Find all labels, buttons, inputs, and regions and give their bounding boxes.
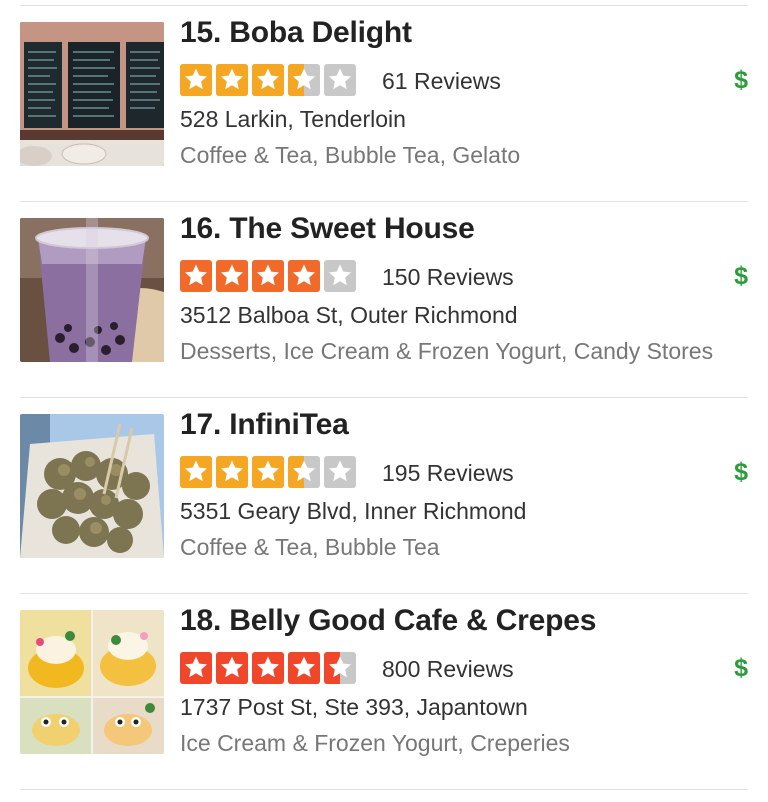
business-address: 3512 Balboa St, Outer Richmond: [180, 302, 518, 328]
star-icon: [252, 260, 284, 292]
star-icon: [324, 64, 356, 96]
star-icon: [288, 456, 320, 488]
business-item[interactable]: 16. The Sweet House 150 Reviews $ 3512 B…: [0, 202, 768, 398]
star-icon: [216, 64, 248, 96]
divider: [20, 789, 748, 790]
business-categories: Coffee & Tea, Bubble Tea: [180, 534, 440, 560]
star-icon: [252, 456, 284, 488]
star-rating: [180, 64, 356, 96]
business-address: 5351 Geary Blvd, Inner Richmond: [180, 498, 527, 524]
business-categories: Desserts, Ice Cream & Frozen Yogurt, Can…: [180, 338, 714, 364]
star-rating: [180, 456, 356, 488]
review-count: 61 Reviews: [382, 68, 501, 94]
business-item[interactable]: 15. Boba Delight 61 Reviews $ 528 Larkin…: [0, 6, 768, 202]
star-icon: [216, 456, 248, 488]
business-item[interactable]: 18. Belly Good Cafe & Crepes 800 Reviews…: [0, 594, 768, 790]
business-categories: Ice Cream & Frozen Yogurt, Creperies: [180, 730, 570, 756]
review-count: 800 Reviews: [382, 656, 514, 682]
business-item[interactable]: 17. InfiniTea 195 Reviews $ 5351 Geary B…: [0, 398, 768, 594]
star-icon: [324, 456, 356, 488]
star-icon: [180, 260, 212, 292]
star-icon: [252, 652, 284, 684]
star-icon: [216, 260, 248, 292]
star-rating: [180, 260, 356, 292]
popcorn-chicken-photo[interactable]: [20, 414, 164, 558]
star-icon: [252, 64, 284, 96]
review-count: 195 Reviews: [382, 460, 514, 486]
price-range: $: [734, 458, 748, 486]
star-icon: [324, 652, 356, 684]
star-icon: [216, 652, 248, 684]
crepe-collage-photo[interactable]: [20, 610, 164, 754]
star-icon: [324, 260, 356, 292]
business-title[interactable]: 18. Belly Good Cafe & Crepes: [180, 604, 596, 638]
taro-bubble-tea-photo[interactable]: [20, 218, 164, 362]
price-range: $: [734, 262, 748, 290]
business-title[interactable]: 17. InfiniTea: [180, 408, 349, 442]
chalkboard-menu-photo[interactable]: [20, 22, 164, 166]
business-address: 528 Larkin, Tenderloin: [180, 106, 406, 132]
star-icon: [180, 652, 212, 684]
star-icon: [180, 64, 212, 96]
price-range: $: [734, 66, 748, 94]
star-icon: [288, 260, 320, 292]
star-icon: [288, 64, 320, 96]
review-count: 150 Reviews: [382, 264, 514, 290]
star-icon: [288, 652, 320, 684]
business-categories: Coffee & Tea, Bubble Tea, Gelato: [180, 142, 521, 168]
business-title[interactable]: 15. Boba Delight: [180, 16, 412, 50]
star-icon: [180, 456, 212, 488]
price-range: $: [734, 654, 748, 682]
business-title[interactable]: 16. The Sweet House: [180, 212, 475, 246]
business-address: 1737 Post St, Ste 393, Japantown: [180, 694, 528, 720]
star-rating: [180, 652, 356, 684]
